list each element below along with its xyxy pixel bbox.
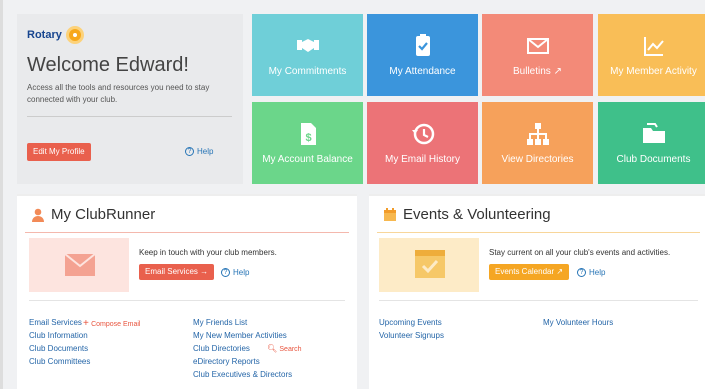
tile-bulletins[interactable]: Bulletins ↗ [482, 14, 593, 96]
clubrunner-intro: Keep in touch with your club members. [139, 248, 277, 257]
link-club-documents[interactable]: Club Documents [29, 344, 88, 353]
search-link[interactable]: 🔍︎ Search [267, 344, 302, 353]
external-link-icon: ↗ [553, 66, 562, 77]
brand-name: Rotary [27, 29, 62, 41]
events-volunteering-card: Events & Volunteering Stay current on al… [369, 194, 705, 389]
button-label: Events Calendar [495, 267, 555, 276]
tile-label: My Member Activity [610, 66, 697, 77]
compose-label: Compose Email [91, 321, 141, 328]
tile-my-attendance[interactable]: My Attendance [367, 14, 478, 96]
link-my-new-member-activities[interactable]: My New Member Activities [193, 331, 287, 340]
link-my-friends-list[interactable]: My Friends List [193, 318, 247, 327]
question-icon: ? [185, 147, 194, 156]
events-help-link[interactable]: ? Help [577, 268, 605, 277]
compose-email-link[interactable]: + Compose Email [83, 318, 141, 329]
svg-text:$: $ [305, 132, 311, 144]
welcome-subtitle: Access all the tools and resources you n… [27, 83, 210, 104]
tile-label: Club Documents [616, 154, 691, 165]
folder-icon [642, 123, 665, 143]
rotary-logo[interactable]: Rotary [27, 26, 84, 44]
link-club-executives-directors[interactable]: Club Executives & Directors [193, 370, 292, 379]
envelope-icon [526, 38, 549, 54]
help-label: Help [589, 268, 606, 277]
rotary-wheel-icon [65, 26, 84, 44]
divider [379, 300, 698, 301]
divider [29, 300, 345, 301]
email-services-button[interactable]: Email Services → [139, 264, 215, 280]
calendar-icon [384, 207, 396, 221]
history-icon [411, 123, 434, 145]
email-banner [29, 238, 129, 292]
search-label: Search [279, 346, 302, 353]
search-icon: 🔍︎ [267, 344, 278, 353]
external-link-icon: ↗ [556, 267, 564, 276]
tile-label: Bulletins ↗ [482, 66, 593, 77]
tile-label: My Account Balance [262, 154, 353, 165]
handshake-icon [296, 39, 319, 52]
card-title: Events & Volunteering [383, 206, 551, 223]
tile-label: My Attendance [389, 66, 456, 77]
link-club-directories[interactable]: Club Directories [193, 344, 250, 353]
link-my-volunteer-hours[interactable]: My Volunteer Hours [543, 318, 613, 327]
events-calendar-button[interactable]: Events Calendar ↗ [489, 264, 570, 280]
edit-profile-button[interactable]: Edit My Profile [27, 143, 91, 161]
events-banner [379, 238, 479, 292]
clipboard-check-icon [415, 34, 430, 56]
welcome-panel: Rotary Welcome Edward! Access all the to… [17, 14, 243, 184]
welcome-title: Welcome Edward! [27, 54, 189, 76]
chart-line-icon [643, 37, 664, 56]
welcome-help-link[interactable]: ? Help [185, 147, 213, 156]
tile-label: My Commitments [268, 66, 347, 77]
help-label: Help [197, 147, 214, 156]
user-icon [32, 208, 44, 222]
tile-view-directories[interactable]: View Directories [482, 102, 593, 184]
question-icon: ? [221, 268, 230, 277]
divider [377, 232, 700, 233]
divider [25, 232, 349, 233]
tile-label-text: Bulletins [513, 66, 551, 77]
clubrunner-help-link[interactable]: ? Help [221, 268, 249, 277]
link-club-information[interactable]: Club Information [29, 331, 88, 340]
envelope-icon [64, 253, 96, 276]
dashboard-page: Rotary Welcome Edward! Access all the to… [0, 0, 705, 389]
plus-icon: + [83, 318, 89, 329]
sitemap-icon [526, 123, 549, 145]
tile-label: My Email History [384, 154, 460, 165]
tile-my-member-activity[interactable]: My Member Activity [598, 14, 705, 96]
help-label: Help [233, 268, 250, 277]
dollar-document-icon: $ [300, 123, 316, 145]
calendar-check-icon [415, 250, 445, 278]
divider [27, 116, 232, 117]
tile-my-commitments[interactable]: My Commitments [252, 14, 363, 96]
card-title-text: Events & Volunteering [403, 206, 551, 223]
card-title: My ClubRunner [31, 206, 155, 223]
tile-my-account-balance[interactable]: $ My Account Balance [252, 102, 363, 184]
link-club-committees[interactable]: Club Committees [29, 357, 90, 366]
tile-my-email-history[interactable]: My Email History [367, 102, 478, 184]
link-edirectory-reports[interactable]: eDirectory Reports [193, 357, 260, 366]
link-volunteer-signups[interactable]: Volunteer Signups [379, 331, 444, 340]
card-title-text: My ClubRunner [51, 206, 156, 223]
button-label: Email Services [145, 267, 198, 276]
link-email-services[interactable]: Email Services [29, 318, 82, 327]
my-clubrunner-card: My ClubRunner Keep in touch with your cl… [17, 194, 357, 389]
events-intro: Stay current on all your club's events a… [489, 248, 671, 257]
link-upcoming-events[interactable]: Upcoming Events [379, 318, 442, 327]
question-icon: ? [577, 268, 586, 277]
arrow-right-icon: → [200, 267, 209, 276]
tile-label: View Directories [501, 154, 574, 165]
tile-club-documents[interactable]: Club Documents [598, 102, 705, 184]
